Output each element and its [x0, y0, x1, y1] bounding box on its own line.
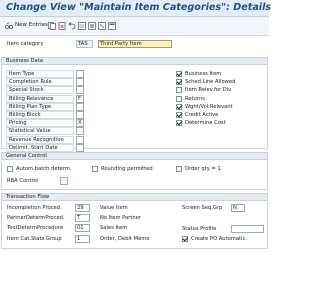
transaction-flow-label: TextDetermProcedure	[7, 225, 64, 232]
new-entries-button[interactable]: New Entries	[15, 22, 48, 28]
transaction-flow-label: Incompletion Proced.	[7, 205, 62, 211]
business-data-label: Statistical Value	[6, 127, 74, 136]
application-toolbar: New Entries	[0, 17, 269, 36]
business-data-field[interactable]: F	[76, 94, 84, 103]
delete-icon[interactable]	[58, 22, 66, 30]
business-data-checkbox-label: Sched.Line Allowed	[185, 79, 236, 86]
business-data-checkbox[interactable]	[176, 95, 182, 102]
create-po-checkbox[interactable]	[182, 236, 188, 242]
details-icon[interactable]	[108, 22, 116, 30]
rounding-checkbox[interactable]	[92, 166, 98, 172]
select-all-icon[interactable]	[78, 22, 86, 30]
autom-batch-checkbox[interactable]	[7, 166, 13, 172]
business-data-label: Billing Block	[6, 111, 74, 119]
transaction-flow-text: No Item Partner	[100, 215, 142, 222]
item-category-description[interactable]: Third Party Item	[98, 40, 172, 48]
business-data-checkbox[interactable]	[176, 103, 182, 110]
business-data-checkbox-label: Item Relev.for Dlv	[185, 87, 232, 94]
display-change-icon[interactable]	[5, 22, 13, 30]
general-control-section	[1, 160, 268, 190]
general-control-header: General Control	[1, 152, 268, 160]
business-data-label: Billing Relevance	[6, 94, 74, 103]
page-title: Change View "Maintain Item Categories": …	[6, 2, 272, 13]
business-data-header: Business Data	[1, 57, 268, 65]
business-data-field[interactable]	[76, 70, 84, 78]
create-po-label: Create PO Automatic.	[191, 236, 247, 242]
business-data-field[interactable]	[76, 102, 84, 111]
business-data-label: Item Type	[6, 70, 74, 78]
transaction-flow-text: Value Item	[100, 205, 128, 211]
order-qty-checkbox[interactable]	[176, 166, 182, 172]
business-data-label: Special Stock	[6, 86, 74, 95]
business-data-field[interactable]	[76, 135, 84, 144]
transaction-flow-header: Transaction Flow	[1, 193, 268, 201]
business-data-field[interactable]	[76, 111, 84, 119]
item-category-code: TAS	[76, 40, 93, 48]
deselect-all-icon[interactable]	[98, 22, 106, 30]
business-data-checkbox-label: Credit Active	[185, 112, 219, 118]
business-data-field[interactable]	[76, 127, 84, 136]
screen-seq-grp-field[interactable]: N	[231, 204, 245, 212]
screen-seq-grp-label: Screen Seq.Grp	[182, 205, 223, 211]
business-data-field[interactable]	[76, 143, 84, 152]
business-data-label: Revenue Recognition	[6, 135, 74, 144]
sap-window: Change View "Maintain Item Categories": …	[0, 0, 272, 283]
transaction-flow-field[interactable]: 29	[75, 204, 90, 212]
business-data-field[interactable]	[76, 86, 84, 95]
item-category-label: Item category	[7, 41, 44, 47]
status-profile-field[interactable]	[231, 225, 264, 233]
title-bar: Change View "Maintain Item Categories": …	[0, 0, 272, 17]
business-data-checkbox-label: Determine Cost	[185, 120, 226, 127]
rba-control-label: RBA Control	[7, 178, 39, 184]
business-data-checkbox[interactable]	[176, 71, 182, 77]
select-block-icon[interactable]	[88, 22, 96, 30]
business-data-checkbox-label: Wght/Vol.Relevant	[185, 103, 233, 110]
undo-icon[interactable]	[68, 22, 76, 30]
business-data-checkbox[interactable]	[176, 112, 182, 118]
status-profile-label: Status Profile	[182, 226, 217, 232]
business-data-field[interactable]: X	[76, 119, 84, 128]
business-data-label: Completion Rule	[6, 78, 74, 87]
transaction-flow-field[interactable]: T	[75, 214, 90, 223]
transaction-flow-text: Sales Item	[100, 225, 128, 232]
copy-icon[interactable]	[48, 22, 56, 30]
business-data-checkbox[interactable]	[176, 79, 182, 86]
autom-batch-label: Autom.batch determ.	[16, 166, 72, 172]
rba-control-field[interactable]	[60, 177, 68, 185]
business-data-checkbox-label: Business Item	[185, 71, 222, 77]
business-data-label: Billing Plan Type	[6, 102, 74, 111]
transaction-flow-label: PartnerDetermProced.	[7, 215, 65, 222]
business-data-field[interactable]	[76, 78, 84, 87]
transaction-flow-label: Item Cat.Stats.Group	[7, 235, 62, 242]
transaction-flow-field[interactable]: 1	[75, 234, 90, 243]
transaction-flow-text: Order, Debit Memo	[100, 235, 150, 242]
transaction-flow-field[interactable]: 01	[75, 224, 90, 233]
order-qty-label: Order qty = 1	[185, 166, 221, 172]
business-data-label: Pricing	[6, 119, 74, 128]
business-data-label: Delimit. Start Date	[6, 143, 74, 152]
rounding-label: Rounding permitted	[101, 166, 153, 172]
business-data-checkbox-label: Returns	[185, 95, 205, 102]
business-data-checkbox[interactable]	[176, 87, 182, 94]
business-data-checkbox[interactable]	[176, 120, 182, 127]
